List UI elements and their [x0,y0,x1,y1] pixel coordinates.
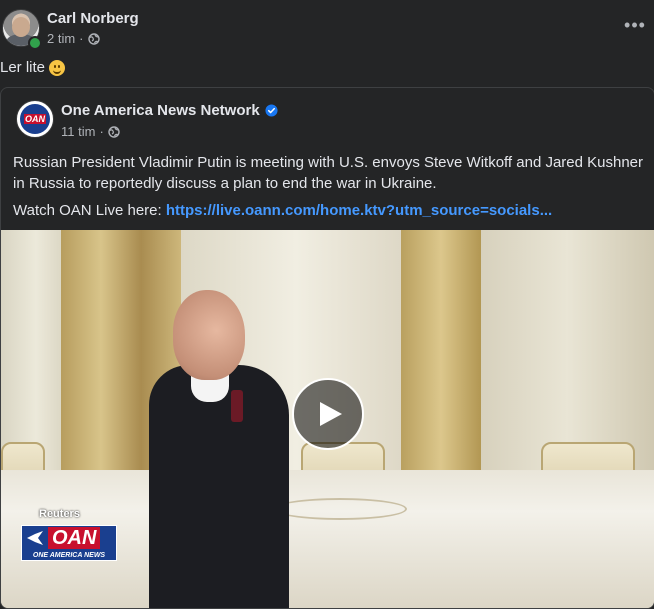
curtain-right [401,230,481,480]
shared-post-meta: 11 tim · [61,124,120,139]
post-text: Ler lite [0,59,66,76]
shared-meta-separator: · [99,124,104,139]
avatar-face [12,17,30,37]
emoji-mouth [53,68,62,74]
page-avatar[interactable]: OAN [16,100,54,138]
table-medallion [273,498,407,520]
person-head [173,290,245,380]
globe-icon[interactable] [108,125,120,138]
watch-line: Watch OAN Live here: https://live.oann.c… [13,200,649,221]
post-text-content: Ler lite [0,59,46,76]
play-icon [319,402,342,426]
person-tie [231,390,243,422]
oan-logo-subtext: ONE AMERICA NEWS [32,552,106,559]
more-options-button[interactable]: ••• [624,14,646,36]
shared-post-text: Russian President Vladimir Putin is meet… [13,154,644,192]
more-icon: ••• [624,14,646,35]
shared-post-time[interactable]: 11 tim [61,124,95,139]
shared-post-card[interactable]: OAN One America News Network 11 tim · Ru… [0,87,654,609]
shared-post-body: Russian President Vladimir Putin is meet… [13,152,649,221]
play-button[interactable] [292,378,364,450]
page-avatar-logo: OAN [20,104,50,134]
watch-prefix: Watch OAN Live here: [13,202,166,219]
video-source-label: Reuters [39,508,80,520]
oan-logo-text: OAN [48,527,101,549]
post-time[interactable]: 2 tim [47,31,75,46]
eagle-icon [27,531,43,545]
live-stream-link[interactable]: https://live.oann.com/home.ktv?utm_sourc… [166,202,552,219]
meta-separator: · [79,31,84,46]
page-avatar-text: OAN [24,114,46,124]
globe-icon[interactable] [87,32,100,45]
author-name[interactable]: Carl Norberg [47,10,139,27]
smile-emoji-icon [49,59,66,76]
post-meta: 2 tim · [47,31,100,46]
online-status-icon [28,36,42,50]
verified-badge-icon [265,104,278,117]
oan-watermark-logo: OAN ONE AMERICA NEWS [21,525,117,561]
page-name-row: One America News Network [61,102,278,119]
page-name[interactable]: One America News Network [61,102,260,119]
person-suit [149,365,289,608]
post-header: Carl Norberg 2 tim · ••• [0,0,654,58]
video-player[interactable]: Reuters OAN ONE AMERICA NEWS [1,230,654,608]
wall-right [481,230,654,470]
